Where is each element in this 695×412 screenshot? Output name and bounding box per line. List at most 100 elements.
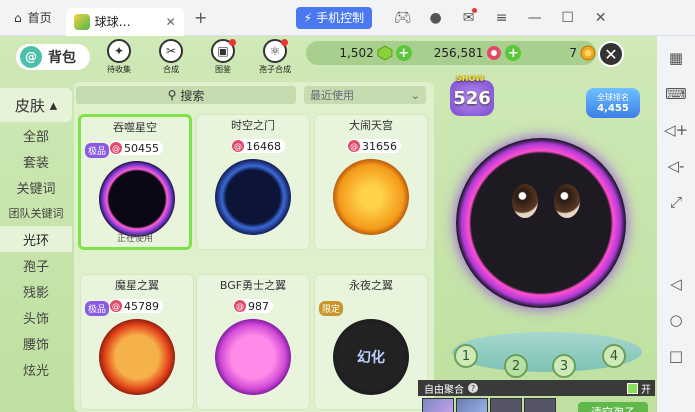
- spore-slot-d[interactable]: [524, 398, 556, 412]
- menu-collect-label: 待收集: [107, 65, 131, 74]
- slot-2-button[interactable]: 2: [504, 354, 528, 378]
- category-all[interactable]: 全部: [0, 122, 72, 148]
- category-keyword[interactable]: 关键词: [0, 174, 72, 200]
- back-icon[interactable]: ◁: [657, 266, 695, 302]
- category-team-keyword[interactable]: 团队关键词: [0, 200, 72, 226]
- category-head-skin[interactable]: 皮肤 ▴: [0, 88, 72, 122]
- add-tab-button[interactable]: +: [190, 8, 212, 27]
- free-aggregate-panel: 自由聚合 ? 开 清空孢子: [418, 380, 657, 412]
- sort-dropdown[interactable]: 最近使用 ⌄: [304, 86, 426, 104]
- search-input[interactable]: ⚲ 搜索: [76, 86, 296, 104]
- category-glow[interactable]: 炫光: [0, 356, 72, 382]
- slot-4-button[interactable]: 4: [602, 344, 626, 368]
- phone-control-label: 手机控制: [316, 11, 365, 25]
- help-icon[interactable]: ?: [468, 383, 478, 393]
- phone-control-button[interactable]: ⚡ 手机控制: [295, 6, 373, 29]
- green-gem-icon: [377, 45, 393, 61]
- category-waist[interactable]: 腰饰: [0, 330, 72, 356]
- rarity-badge: 极品: [85, 143, 110, 158]
- recents-icon[interactable]: □: [657, 338, 695, 374]
- add-candy-button[interactable]: +: [505, 45, 522, 61]
- menu-synthesize-button[interactable]: ✂ 合成: [148, 39, 194, 75]
- menu-catalog-button[interactable]: ▣ 图鉴: [200, 39, 246, 75]
- category-list: 皮肤 ▴ 全部 套装 关键词 团队关键词 光环 孢子 残影 头饰 腰饰 炫光: [0, 88, 72, 412]
- home-tab[interactable]: ⌂ 首页: [0, 0, 66, 35]
- mail-icon[interactable]: ✉: [452, 7, 485, 26]
- maximize-icon[interactable]: ☐: [551, 10, 584, 26]
- user-icon[interactable]: ●: [419, 10, 452, 26]
- candy-icon: [487, 46, 502, 60]
- volume-down-icon[interactable]: ◁-: [657, 148, 695, 184]
- close-icon[interactable]: ✕: [584, 10, 617, 26]
- spore-slot-b[interactable]: [456, 398, 488, 412]
- bag-label: 背包: [48, 50, 76, 66]
- currency-gem-value: 1,502: [339, 46, 374, 60]
- currency-candy-value: 256,581: [433, 46, 484, 60]
- item-card-demon-wings[interactable]: 魔星之翼 极品 @45789: [80, 274, 194, 410]
- search-label: 搜索: [180, 88, 205, 103]
- halo-preview-image: [215, 159, 291, 235]
- lightning-icon: ⚡: [303, 10, 313, 25]
- category-afterimage[interactable]: 残影: [0, 278, 72, 304]
- search-icon: ⚲: [167, 88, 177, 102]
- home-icon: ⌂: [14, 10, 22, 25]
- slot-1-button[interactable]: 1: [454, 344, 478, 368]
- halo-preview-image: 幻化: [333, 319, 409, 395]
- global-rank-badge[interactable]: 全球排名 4,455: [586, 88, 640, 118]
- halo-preview-image: [99, 161, 175, 237]
- rank-label: 全球排名: [597, 93, 629, 102]
- rank-value: 4,455: [597, 103, 629, 114]
- level-badge: SHOW 526: [450, 74, 494, 116]
- minimize-icon[interactable]: —: [518, 10, 551, 26]
- expand-icon[interactable]: ⤢: [657, 184, 695, 220]
- spore-slot-a[interactable]: [422, 398, 454, 412]
- item-price: @50455: [109, 141, 163, 155]
- level-value: 526: [453, 87, 491, 109]
- chevron-down-icon: ⌄: [410, 88, 420, 102]
- category-headwear[interactable]: 头饰: [0, 304, 72, 330]
- category-spore[interactable]: 孢子: [0, 252, 72, 278]
- item-name: 时空之门: [231, 119, 275, 132]
- item-card-devour-starry[interactable]: 吞噬星空 极品 @50455 正在使用: [78, 114, 192, 250]
- candy-icon: @: [110, 300, 122, 312]
- game-tab[interactable]: 球球… ✕: [65, 7, 184, 36]
- menu-synthesize-label: 合成: [163, 65, 179, 74]
- bag-logo-icon: @: [20, 46, 42, 68]
- menu-collect-button[interactable]: ✦ 待收集: [96, 39, 142, 75]
- menu-spore-synth-button[interactable]: ⚛ 孢子合成: [252, 39, 298, 75]
- spore-slot-c[interactable]: [490, 398, 522, 412]
- add-gem-button[interactable]: +: [395, 45, 412, 61]
- item-name: 永夜之翼: [349, 279, 393, 292]
- sort-label: 最近使用: [310, 89, 354, 102]
- character-preview: SHOW 526 全球排名 4,455 1 2 3 4 自由聚合 ? 开 清空孢…: [418, 74, 657, 412]
- menu-icon[interactable]: ≡: [485, 10, 518, 26]
- close-bag-button[interactable]: ✕: [598, 41, 624, 67]
- synthesize-icon: ✂: [159, 39, 183, 63]
- emulator-titlebar: ⌂ 首页 球球… ✕ + ⚡ 手机控制 🎮︎ ● ✉ ≡ — ☐ ✕: [0, 0, 695, 36]
- clear-spores-button[interactable]: 清空孢子: [578, 402, 648, 412]
- rarity-badge: 极品: [85, 301, 110, 316]
- gamepad-icon[interactable]: 🎮︎: [386, 10, 419, 26]
- item-name: BGF勇士之翼: [219, 279, 287, 292]
- slot-3-button[interactable]: 3: [552, 354, 576, 378]
- currency-coin-value: 7: [569, 46, 578, 60]
- free-aggregate-header: 自由聚合 ? 开: [418, 380, 655, 396]
- free-aggregate-toggle[interactable]: 开: [627, 381, 651, 396]
- home-nav-icon[interactable]: ○: [657, 302, 695, 338]
- tab-close-icon[interactable]: ✕: [166, 15, 176, 29]
- candy-icon: @: [348, 140, 360, 152]
- candy-icon: @: [234, 300, 246, 312]
- item-name: 魔星之翼: [115, 279, 159, 292]
- bag-title: @ 背包: [16, 44, 90, 70]
- item-card-havoc-palace[interactable]: 大闹天宫 @31656: [314, 114, 428, 250]
- keyboard-icon[interactable]: ⌨: [657, 76, 695, 112]
- item-card-bgf-warrior-wings[interactable]: BGF勇士之翼 @987: [196, 274, 310, 410]
- volume-up-icon[interactable]: ◁+: [657, 112, 695, 148]
- item-card-eternal-night-wings[interactable]: 永夜之翼 限定 幻化: [314, 274, 428, 410]
- menu-catalog-label: 图鉴: [215, 65, 231, 74]
- item-card-spacetime-gate[interactable]: 时空之门 @16468: [196, 114, 310, 250]
- category-set[interactable]: 套装: [0, 148, 72, 174]
- category-halo[interactable]: 光环: [0, 226, 72, 252]
- grid-icon[interactable]: ▦: [657, 40, 695, 76]
- gold-coin-icon: [580, 45, 596, 61]
